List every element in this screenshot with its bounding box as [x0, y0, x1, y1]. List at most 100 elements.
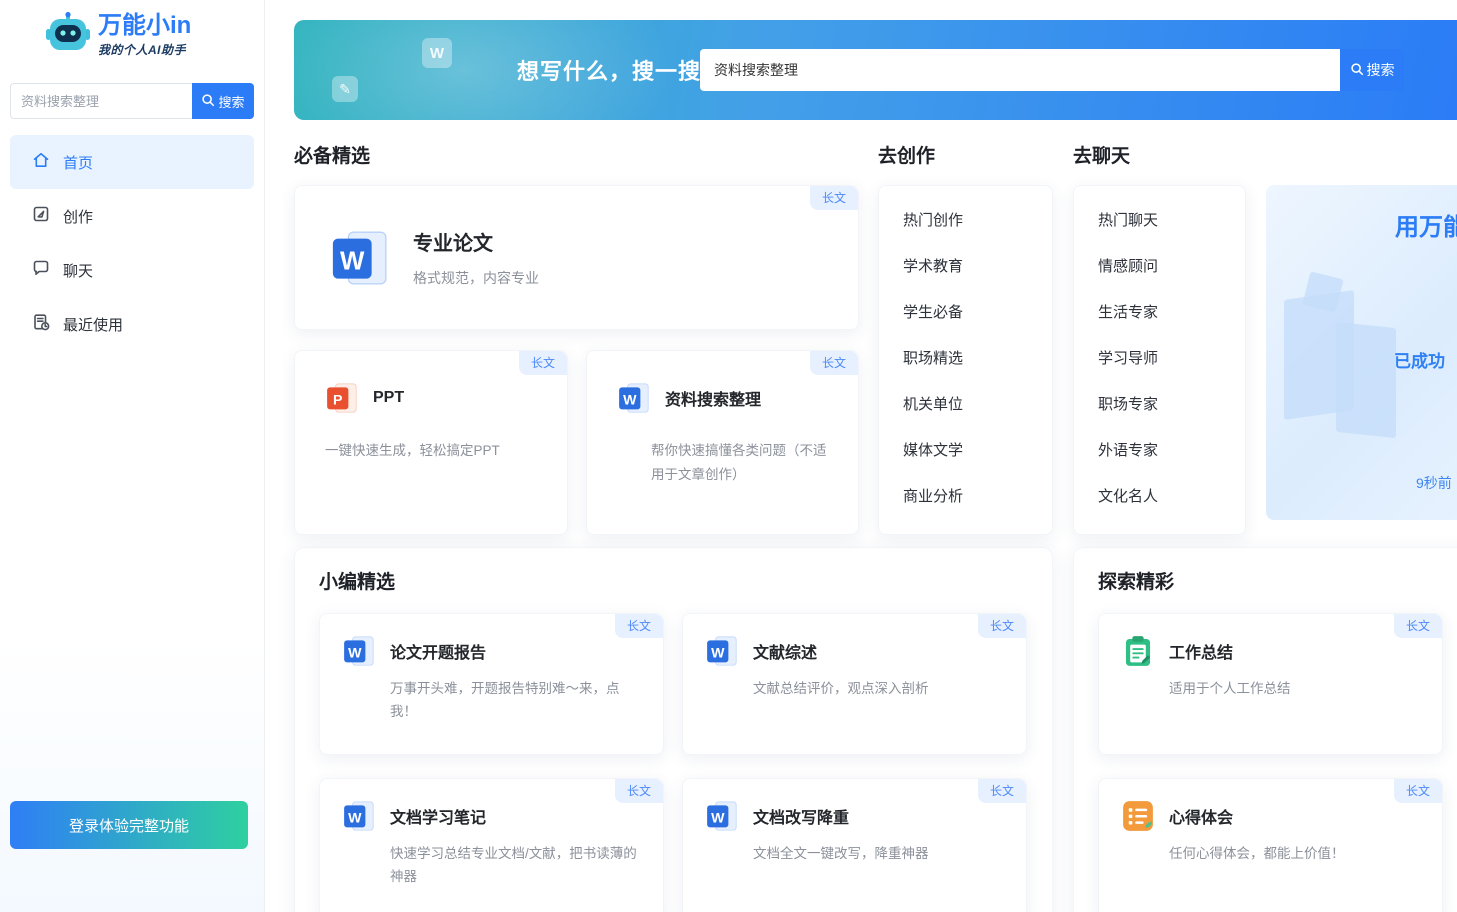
sidebar-search: 搜索	[10, 83, 254, 119]
long-text-badge: 长文	[978, 779, 1026, 803]
section-chat: 去聊天 热门聊天 情感顾问 生活专家 学习导师 职场专家 外语专家 文化名人	[1073, 138, 1246, 535]
card-title: 资料搜索整理	[665, 386, 761, 410]
svg-text:W: W	[348, 810, 362, 826]
long-text-badge: 长文	[810, 351, 858, 375]
card-title: 心得体会	[1169, 804, 1233, 828]
card-desc: 快速学习总结专业文档/文献，把书读薄的神器	[390, 843, 641, 889]
clipboard-icon	[1121, 634, 1155, 668]
section-title-explore: 探索精彩	[1098, 570, 1448, 595]
card-research-organize[interactable]: 长文 W 资料搜索整理 帮你快速搞懂各类问题（不适用于文	[586, 350, 859, 535]
logo-text: 万能小in 我的个人AI助手	[98, 13, 191, 58]
sidebar-nav: 首页 创作 聊天 最近使用	[10, 135, 254, 351]
sidebar-item-chat[interactable]: 聊天	[10, 243, 254, 297]
app-root: 万能小in 我的个人AI助手 搜索 首页	[0, 0, 1457, 912]
card-rewrite-dedup[interactable]: 长文 W 文档改写降重 文档全文一键改写，降重神器	[682, 778, 1027, 912]
create-cat-hot[interactable]: 热门创作	[879, 198, 1052, 244]
svg-text:W: W	[623, 392, 637, 408]
card-title: PPT	[373, 389, 404, 407]
app-subtitle: 我的个人AI助手	[98, 41, 191, 58]
chat-cat-culture[interactable]: 文化名人	[1074, 474, 1245, 520]
bottom-row: 小编精选 长文 W 论文开题报告	[294, 547, 1457, 912]
card-thesis-proposal[interactable]: 长文 W 论文开题报告 万事开头难，开题报告特别难～来，	[319, 613, 664, 755]
word-icon: W	[617, 381, 651, 415]
promo-timestamp: 9秒前	[1416, 473, 1452, 493]
card-desc: 适用于个人工作总结	[1169, 678, 1420, 701]
note-icon	[1121, 799, 1155, 833]
create-category-list: 热门创作 学术教育 学生必备 职场精选 机关单位 媒体文学 商业分析	[878, 185, 1053, 535]
long-text-badge: 长文	[519, 351, 567, 375]
card-desc: 文档全文一键改写，降重神器	[753, 843, 1004, 866]
card-desc: 文献总结评价，观点深入剖析	[753, 678, 1004, 701]
section-essential: 必备精选 长文 W 专业论文 格式规范，内容专业	[294, 138, 859, 535]
section-create: 去创作 热门创作 学术教育 学生必备 职场精选 机关单位 媒体文学 商业分析	[878, 138, 1053, 535]
chat-cat-life[interactable]: 生活专家	[1074, 290, 1245, 336]
search-icon	[1350, 62, 1364, 79]
card-work-summary[interactable]: 长文	[1098, 613, 1443, 755]
card-title: 论文开题报告	[390, 639, 486, 663]
sidebar-search-button[interactable]: 搜索	[192, 83, 254, 119]
sidebar-search-input[interactable]	[10, 83, 192, 119]
clipboard-deco-icon: ✎	[332, 76, 358, 102]
card-reflections[interactable]: 长文	[1098, 778, 1443, 912]
sidebar-item-recent[interactable]: 最近使用	[10, 297, 254, 351]
card-desc: 帮你快速搞懂各类问题（不适用于文章创作）	[651, 439, 832, 486]
login-button[interactable]: 登录体验完整功能	[10, 801, 248, 849]
promo-status: 已成功	[1394, 347, 1445, 372]
recent-doc-icon	[32, 313, 50, 335]
create-cat-workplace[interactable]: 职场精选	[879, 336, 1052, 382]
long-text-badge: 长文	[810, 186, 858, 210]
card-professional-paper[interactable]: 长文 W 专业论文 格式规范，内容专业	[294, 185, 859, 330]
app-title: 万能小in	[98, 13, 191, 39]
card-title: 工作总结	[1169, 639, 1233, 663]
svg-text:W: W	[711, 810, 725, 826]
section-title-essential: 必备精选	[294, 144, 859, 169]
top-row: 必备精选 长文 W 专业论文 格式规范，内容专业	[294, 138, 1457, 535]
promo-headline: 用万能	[1395, 207, 1457, 242]
chat-cat-hot[interactable]: 热门聊天	[1074, 198, 1245, 244]
sidebar: 万能小in 我的个人AI助手 搜索 首页	[0, 0, 265, 912]
word-icon: W	[705, 799, 739, 833]
search-icon	[201, 93, 215, 110]
card-desc: 格式规范，内容专业	[413, 268, 539, 288]
banner-title: 想写什么，搜一搜	[517, 54, 701, 86]
create-cat-media[interactable]: 媒体文学	[879, 428, 1052, 474]
edit-icon	[32, 205, 50, 227]
doc-deco-icon: W	[422, 38, 452, 68]
chat-cat-language[interactable]: 外语专家	[1074, 428, 1245, 474]
promo-illustration	[1336, 322, 1396, 438]
card-ppt[interactable]: 长文 P PPT 一键快速生成，轻松搞定PPT	[294, 350, 568, 535]
chat-cat-emotion[interactable]: 情感顾问	[1074, 244, 1245, 290]
card-desc: 一键快速生成，轻松搞定PPT	[325, 439, 541, 463]
svg-text:W: W	[711, 645, 725, 661]
banner-search: 搜索	[700, 49, 1404, 91]
card-title: 文献综述	[753, 639, 817, 663]
banner-search-button[interactable]: 搜索	[1340, 49, 1404, 91]
chat-cat-career[interactable]: 职场专家	[1074, 382, 1245, 428]
long-text-badge: 长文	[615, 779, 663, 803]
card-study-notes[interactable]: 长文 W 文档学习笔记 快速学习总结专业文档/文献，把书	[319, 778, 664, 912]
create-cat-academic[interactable]: 学术教育	[879, 244, 1052, 290]
card-desc: 万事开头难，开题报告特别难～来，点我！	[390, 678, 641, 724]
svg-text:W: W	[348, 645, 362, 661]
sidebar-item-home[interactable]: 首页	[10, 135, 254, 189]
logo[interactable]: 万能小in 我的个人AI助手	[0, 0, 264, 59]
sidebar-item-create[interactable]: 创作	[10, 189, 254, 243]
card-title: 文档学习笔记	[390, 804, 486, 828]
card-title: 专业论文	[413, 227, 539, 256]
create-cat-government[interactable]: 机关单位	[879, 382, 1052, 428]
chat-icon	[32, 259, 50, 281]
svg-text:P: P	[333, 392, 342, 408]
create-cat-student[interactable]: 学生必备	[879, 290, 1052, 336]
banner-search-input[interactable]	[700, 49, 1340, 91]
long-text-badge: 长文	[1394, 614, 1442, 638]
word-icon: W	[342, 799, 376, 833]
create-cat-business[interactable]: 商业分析	[879, 474, 1052, 520]
promo-panel[interactable]: 用万能 已成功 9秒前	[1266, 185, 1457, 520]
chat-cat-study[interactable]: 学习导师	[1074, 336, 1245, 382]
main-content: ✎ W 想写什么，搜一搜 搜索 必备精选 长	[265, 0, 1457, 912]
section-editor-picks: 小编精选 长文 W 论文开题报告	[294, 547, 1053, 912]
word-icon: W	[342, 634, 376, 668]
word-icon: W	[705, 634, 739, 668]
card-literature-review[interactable]: 长文 W 文献综述 文献总结评价，观点深入剖析	[682, 613, 1027, 755]
long-text-badge: 长文	[978, 614, 1026, 638]
